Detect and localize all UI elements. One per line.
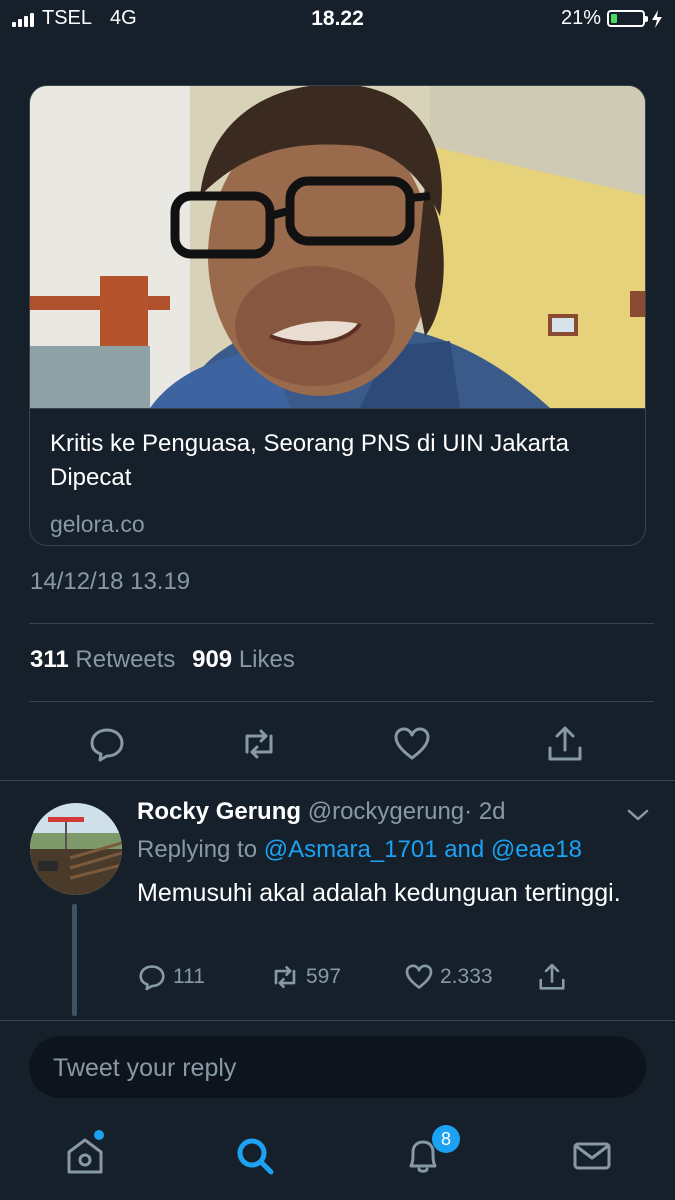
like-icon[interactable] bbox=[392, 724, 432, 764]
tweet-action-bar bbox=[0, 718, 675, 768]
tweet-timestamp: 14/12/18 13.19 bbox=[30, 568, 191, 595]
news-photo-icon bbox=[30, 86, 645, 408]
avatar[interactable] bbox=[30, 803, 122, 895]
status-right: 21% bbox=[561, 7, 663, 30]
reply-reply-button[interactable]: 111 bbox=[137, 962, 205, 992]
status-bar: TSEL 4G 18.22 21% bbox=[0, 0, 675, 38]
reply-header: Rocky Gerung @rockygerung· 2d bbox=[137, 798, 506, 826]
reply-age: · 2d bbox=[464, 798, 506, 825]
reply-author-handle[interactable]: @rockygerung bbox=[308, 798, 464, 825]
reply-author-name[interactable]: Rocky Gerung bbox=[137, 798, 301, 825]
home-unread-dot bbox=[94, 1130, 104, 1140]
notifications-badge: 8 bbox=[432, 1125, 460, 1153]
share-icon[interactable] bbox=[545, 724, 585, 764]
link-card-title: Kritis ke Penguasa, Seorang PNS di UIN J… bbox=[50, 430, 569, 491]
reply-retweet-count: 597 bbox=[306, 965, 342, 988]
reply-composer[interactable] bbox=[29, 1036, 646, 1100]
divider bbox=[0, 1020, 675, 1021]
reply-icon bbox=[139, 965, 165, 991]
retweet-count: 311 bbox=[30, 646, 69, 673]
divider bbox=[29, 701, 654, 702]
link-card-domain: gelora.co bbox=[50, 511, 145, 537]
reply-reply-count: 111 bbox=[173, 965, 205, 988]
share-icon bbox=[539, 963, 565, 990]
retweet-label: Retweets bbox=[75, 646, 176, 673]
reply-icon[interactable] bbox=[87, 724, 127, 764]
reply-action-bar: 111 597 2.333 bbox=[137, 962, 617, 998]
charging-bolt-icon bbox=[652, 9, 662, 28]
reply-input[interactable] bbox=[51, 1036, 615, 1100]
replying-to-users[interactable]: @Asmara_1701 and @eae18 bbox=[264, 836, 582, 863]
battery-icon bbox=[607, 10, 648, 27]
retweet-icon bbox=[274, 965, 296, 989]
thread-line bbox=[72, 904, 77, 1016]
like-label: Likes bbox=[238, 646, 295, 673]
tab-bar bbox=[0, 1110, 675, 1200]
replying-prefix: Replying to bbox=[137, 836, 258, 863]
messages-icon[interactable] bbox=[570, 1134, 614, 1178]
reply-text: Memusuhi akal adalah kedunguan tertinggi… bbox=[137, 879, 621, 907]
link-card[interactable]: Kritis ke Penguasa, Seorang PNS di UIN J… bbox=[29, 85, 646, 546]
battery-percent: 21% bbox=[560, 7, 601, 29]
reply-share-button[interactable] bbox=[537, 962, 567, 992]
like-count: 909 bbox=[192, 646, 233, 673]
replying-to: Replying to @Asmara_1701 and @eae18 bbox=[137, 836, 582, 864]
reply-like-count: 2.333 bbox=[440, 965, 493, 988]
chevron-down-icon[interactable] bbox=[626, 806, 650, 824]
reply-like-button[interactable]: 2.333 bbox=[404, 962, 493, 992]
divider bbox=[0, 780, 675, 781]
divider bbox=[29, 623, 654, 624]
retweet-icon[interactable] bbox=[239, 724, 279, 764]
link-card-text: Kritis ke Penguasa, Seorang PNS di UIN J… bbox=[30, 408, 645, 545]
search-icon[interactable] bbox=[233, 1134, 277, 1178]
tweet-stats[interactable]: 311 Retweets 909 Likes bbox=[30, 646, 295, 674]
like-icon bbox=[405, 964, 433, 989]
reply-retweet-button[interactable]: 597 bbox=[270, 962, 341, 992]
home-icon[interactable] bbox=[63, 1134, 107, 1178]
